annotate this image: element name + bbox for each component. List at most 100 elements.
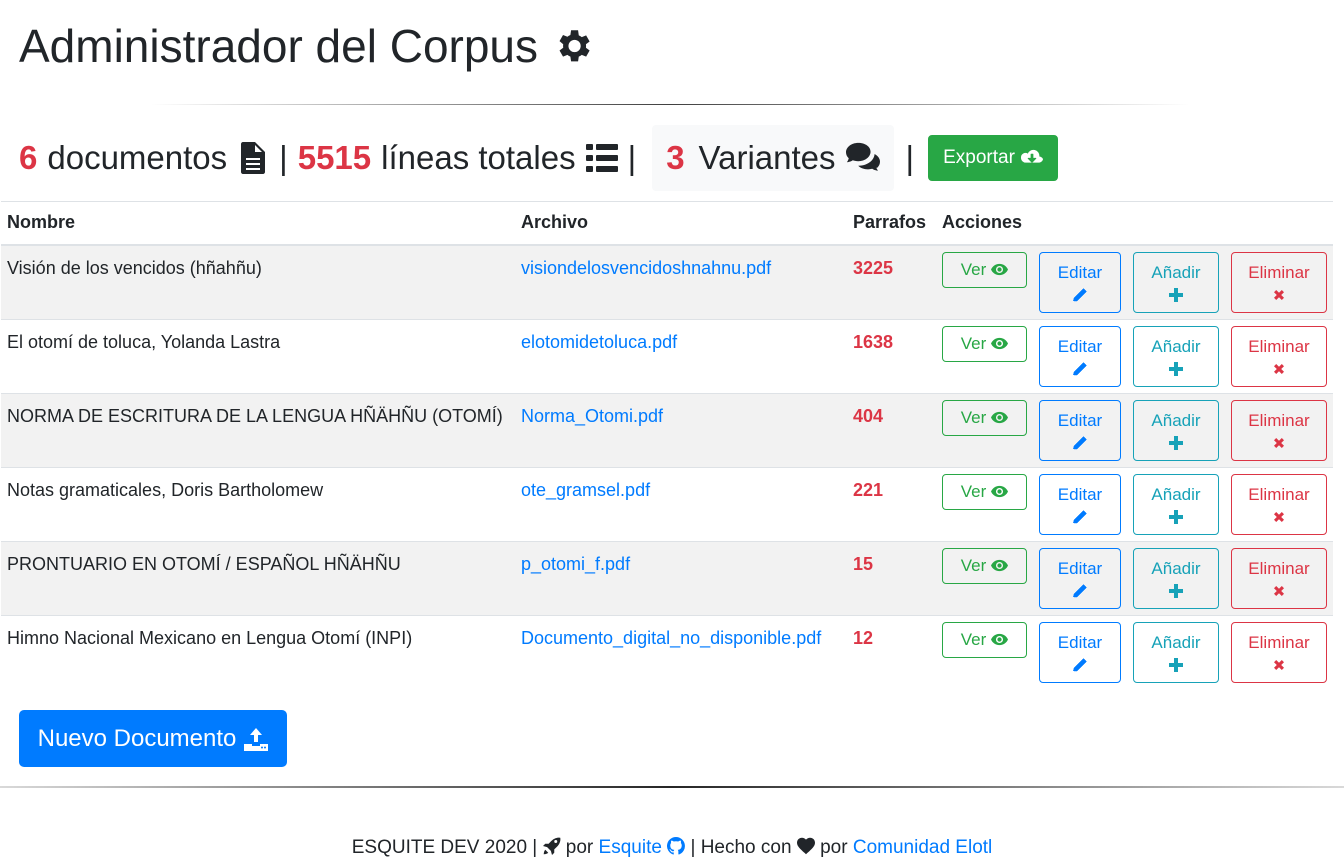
delete-label: Eliminar — [1248, 336, 1310, 356]
export-button[interactable]: Exportar — [928, 135, 1058, 181]
footer-text-1: ESQUITE DEV 2020 | — [351, 837, 538, 858]
stats-separator: | — [279, 139, 288, 176]
plus-icon — [1168, 435, 1184, 451]
document-name: Visión de los vencidos (hñahñu) — [1, 244, 515, 319]
page-title-text: Administrador del Corpus — [19, 20, 539, 72]
times-icon — [1271, 583, 1287, 599]
view-label: Ver — [960, 333, 987, 353]
eye-icon — [991, 263, 1008, 276]
document-file-cell: Norma_Otomi.pdf — [515, 392, 847, 467]
add-label: Añadir — [1151, 632, 1201, 652]
pencil-icon — [1072, 435, 1088, 451]
document-paragraph-count: 1638 — [847, 318, 936, 393]
add-button[interactable]: Añadir — [1133, 621, 1219, 683]
file-text-icon — [241, 142, 266, 174]
document-file-link[interactable]: Documento_digital_no_disponible.pdf — [521, 628, 821, 648]
edit-button[interactable]: Editar — [1039, 251, 1121, 313]
document-file-link[interactable]: visiondelosvencidoshnahnu.pdf — [521, 258, 771, 278]
document-name: Himno Nacional Mexicano en Lengua Otomí … — [1, 614, 515, 689]
export-label: Exportar — [943, 147, 1015, 168]
delete-label: Eliminar — [1248, 410, 1310, 430]
delete-button[interactable]: Eliminar — [1231, 547, 1327, 609]
comunidad-elotl-link[interactable]: Comunidad Elotl — [853, 837, 992, 858]
view-button[interactable]: Ver — [942, 251, 1027, 288]
view-label: Ver — [960, 555, 987, 575]
document-paragraph-count: 221 — [847, 466, 936, 541]
document-actions: Ver Editar Añadir Eliminar — [936, 318, 1333, 393]
document-paragraph-count: 3225 — [847, 244, 936, 319]
table-header-row: Nombre Archivo Parrafos Acciones — [1, 201, 1333, 246]
add-button[interactable]: Añadir — [1133, 473, 1219, 535]
gear-icon — [559, 30, 590, 62]
delete-button[interactable]: Eliminar — [1231, 399, 1327, 461]
add-button[interactable]: Añadir — [1133, 251, 1219, 313]
document-paragraph-count: 12 — [847, 614, 936, 689]
heart-icon — [796, 837, 815, 855]
edit-button[interactable]: Editar — [1039, 399, 1121, 461]
plus-icon — [1168, 509, 1184, 525]
lines-count: 5515 — [297, 139, 372, 176]
delete-button[interactable]: Eliminar — [1231, 473, 1327, 535]
view-button[interactable]: Ver — [942, 399, 1027, 436]
document-file-cell: p_otomi_f.pdf — [515, 540, 847, 615]
add-button[interactable]: Añadir — [1133, 399, 1219, 461]
edit-button[interactable]: Editar — [1039, 473, 1121, 535]
footer-by-1: por — [565, 837, 594, 858]
eye-icon — [991, 485, 1008, 498]
plus-icon — [1168, 361, 1184, 377]
comments-icon — [845, 142, 880, 171]
delete-button[interactable]: Eliminar — [1231, 325, 1327, 387]
rocket-icon — [542, 837, 560, 855]
eye-icon — [991, 633, 1008, 646]
add-button[interactable]: Añadir — [1133, 325, 1219, 387]
view-button[interactable]: Ver — [942, 325, 1027, 362]
document-file-cell: ote_gramsel.pdf — [515, 466, 847, 541]
table-row: PRONTUARIO EN OTOMÍ / ESPAÑOL HÑÄHÑU p_o… — [1, 540, 1333, 615]
new-document-button[interactable]: Nuevo Documento — [19, 710, 287, 767]
delete-button[interactable]: Eliminar — [1231, 251, 1327, 313]
edit-label: Editar — [1057, 484, 1103, 504]
col-header-name: Nombre — [1, 201, 515, 246]
variants-badge[interactable]: 3 Variantes — [652, 125, 894, 191]
plus-icon — [1168, 287, 1184, 303]
add-button[interactable]: Añadir — [1133, 547, 1219, 609]
document-file-link[interactable]: elotomidetoluca.pdf — [521, 332, 677, 352]
title-divider — [150, 104, 1190, 105]
view-label: Ver — [960, 629, 987, 649]
document-file-link[interactable]: Norma_Otomi.pdf — [521, 406, 663, 426]
variants-label: Variantes — [698, 139, 836, 176]
view-label: Ver — [960, 259, 987, 279]
view-button[interactable]: Ver — [942, 547, 1027, 584]
col-header-actions: Acciones — [936, 201, 1333, 246]
document-name: Notas gramaticales, Doris Bartholomew — [1, 466, 515, 541]
document-name: PRONTUARIO EN OTOMÍ / ESPAÑOL HÑÄHÑU — [1, 540, 515, 615]
document-file-cell: visiondelosvencidoshnahnu.pdf — [515, 244, 847, 319]
document-file-cell: Documento_digital_no_disponible.pdf — [515, 614, 847, 689]
view-label: Ver — [960, 481, 987, 501]
col-header-file: Archivo — [515, 201, 847, 246]
edit-button[interactable]: Editar — [1039, 621, 1121, 683]
delete-label: Eliminar — [1248, 558, 1310, 578]
footer-divider — [0, 786, 1344, 788]
table-row: Visión de los vencidos (hñahñu) visionde… — [1, 244, 1333, 319]
document-actions: Ver Editar Añadir Eliminar — [936, 540, 1333, 615]
edit-label: Editar — [1057, 410, 1103, 430]
delete-button[interactable]: Eliminar — [1231, 621, 1327, 683]
edit-label: Editar — [1057, 558, 1103, 578]
delete-label: Eliminar — [1248, 484, 1310, 504]
view-button[interactable]: Ver — [942, 473, 1027, 510]
add-label: Añadir — [1151, 484, 1201, 504]
edit-button[interactable]: Editar — [1039, 547, 1121, 609]
document-file-link[interactable]: p_otomi_f.pdf — [521, 554, 630, 574]
view-button[interactable]: Ver — [942, 621, 1027, 658]
stats-separator: | — [627, 139, 637, 176]
documents-label: documentos — [47, 139, 228, 176]
document-file-link[interactable]: ote_gramsel.pdf — [521, 480, 650, 500]
edit-button[interactable]: Editar — [1039, 325, 1121, 387]
variants-count: 3 — [666, 139, 685, 176]
eye-icon — [991, 411, 1008, 424]
footer-by-2: por — [820, 837, 848, 858]
plus-icon — [1168, 657, 1184, 673]
times-icon — [1271, 361, 1287, 377]
esquite-link[interactable]: Esquite — [599, 837, 662, 858]
